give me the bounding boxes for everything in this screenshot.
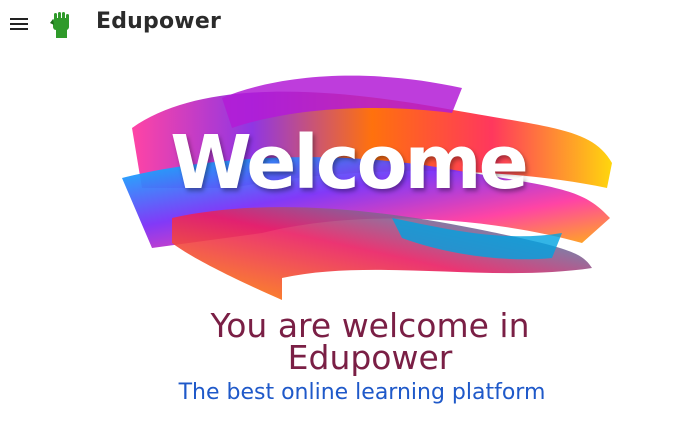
tagline: The best online learning platform	[178, 380, 546, 405]
brand-title[interactable]: Edupower	[96, 9, 221, 34]
top-app-bar: Edupower	[0, 0, 675, 50]
menu-icon[interactable]	[9, 15, 31, 33]
welcome-headline: You are welcome in Edupower	[210, 306, 530, 377]
raised-fist-icon[interactable]	[49, 10, 75, 40]
welcome-word: Welcome	[170, 120, 529, 206]
